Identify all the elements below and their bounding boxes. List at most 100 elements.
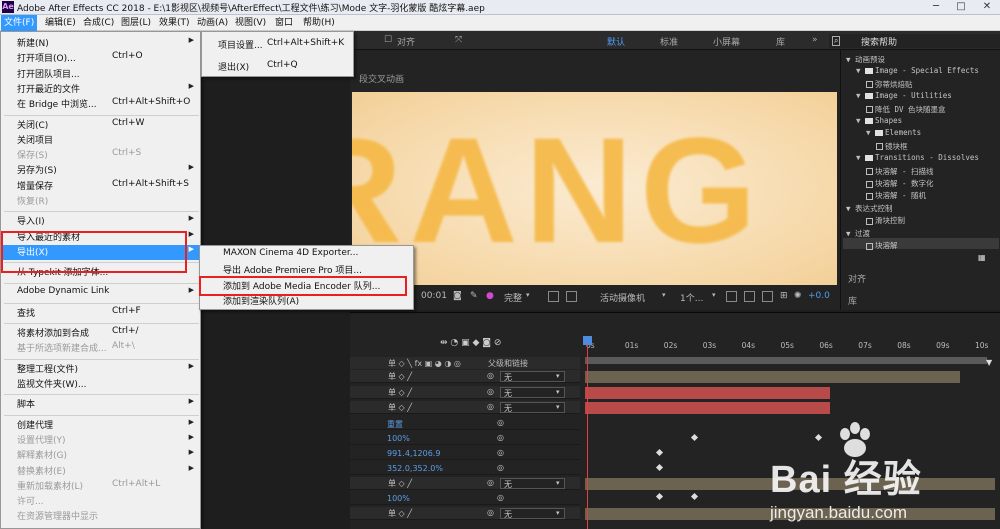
timeline-toggle-icon[interactable] xyxy=(762,291,773,302)
view-layout-dropdown-icon[interactable]: ▾ xyxy=(712,291,716,299)
file-menu-item-26[interactable]: 整理工程(文件) ▶ xyxy=(1,362,200,377)
effects-tree-item[interactable]: ▼ 过渡 xyxy=(846,228,870,239)
menu-animation[interactable]: 动画(A) xyxy=(194,15,231,31)
layer-duration-bar[interactable] xyxy=(585,387,830,399)
file-menu-item-2[interactable]: 打开团队项目... xyxy=(1,67,200,82)
minimize-button[interactable]: ─ xyxy=(924,0,948,14)
end-marker-icon[interactable]: ▼ xyxy=(986,358,992,367)
toggle-pixel-aspect-icon[interactable] xyxy=(726,291,737,302)
project-menu-item-0[interactable]: 项目设置... Ctrl+Alt+Shift+K xyxy=(202,38,353,53)
effects-tree-item[interactable]: 滑块控制 xyxy=(866,215,905,226)
property-value[interactable]: 100% xyxy=(387,494,410,503)
file-menu-item-3[interactable]: 打开最近的文件 ▶ xyxy=(1,82,200,97)
menu-file[interactable]: 文件(F) xyxy=(1,15,38,31)
search-icon[interactable]: ⌕ xyxy=(832,36,841,46)
exposure-value[interactable]: +0.0 xyxy=(808,291,830,301)
effects-tree-item[interactable]: ▼ Image - Utilities xyxy=(856,91,952,100)
effects-tree-item[interactable]: ▼ Elements xyxy=(866,128,921,137)
workspace-library[interactable]: 库 xyxy=(776,35,785,48)
effects-tree-item[interactable]: 块溶解 - 扫描线 xyxy=(866,166,934,177)
project-menu-item-1[interactable]: 退出(X) Ctrl+Q xyxy=(202,60,353,75)
workspace-default[interactable]: 默认 xyxy=(607,35,625,48)
align-label[interactable]: 对齐 xyxy=(397,35,415,48)
layer-switches-icons[interactable]: 单 ◇ ╱ xyxy=(388,402,412,413)
effects-tree-item[interactable]: 降低 DV 色块随墨盒 xyxy=(866,104,946,115)
playhead-handle[interactable] xyxy=(583,336,592,345)
region-of-interest-icon[interactable] xyxy=(548,291,559,302)
property-value[interactable]: 重置 xyxy=(387,419,403,430)
effects-tree-item[interactable]: 块溶解 - 数字化 xyxy=(866,178,934,189)
layer-switches-icons[interactable]: 单 ◇ ╱ xyxy=(388,371,412,382)
expression-icon[interactable]: ◎ xyxy=(497,493,504,502)
effects-tree-item[interactable]: ▼ Transitions - Dissolves xyxy=(856,153,979,162)
camera-dropdown[interactable]: 活动摄像机 xyxy=(600,291,645,304)
composition-viewer[interactable]: RANG xyxy=(352,92,837,285)
quality-dropdown-icon[interactable]: ▾ xyxy=(526,291,530,299)
maximize-button[interactable]: □ xyxy=(949,0,973,14)
view-layout-dropdown[interactable]: 1个... xyxy=(680,291,703,304)
search-help-box[interactable] xyxy=(829,34,1000,48)
file-menu-item-19[interactable]: Adobe Dynamic Link ▶ xyxy=(1,286,200,301)
export-menu-item-3[interactable]: 添加到渲染队列(A) xyxy=(200,294,413,309)
close-button[interactable]: ✕ xyxy=(975,0,999,14)
file-menu-item-29[interactable]: 脚本 ▶ xyxy=(1,397,200,412)
expression-icon[interactable]: ◎ xyxy=(497,418,504,427)
align-panel-tab[interactable]: 对齐 xyxy=(848,272,866,285)
pick-whip-icon[interactable]: ◎ xyxy=(487,387,494,396)
align-checkbox-icon[interactable]: ☐ xyxy=(384,35,392,45)
effects-tree-item[interactable]: ▼ 表达式控制 xyxy=(846,203,893,214)
pick-whip-icon[interactable]: ◎ xyxy=(487,478,494,487)
exposure-icon[interactable]: ✺ xyxy=(794,291,802,301)
flowchart-icon[interactable]: ⊞ xyxy=(780,291,788,301)
timeline-row[interactable] xyxy=(350,447,580,460)
file-menu-item-0[interactable]: 新建(N) ▶ xyxy=(1,36,200,51)
fast-preview-icon[interactable] xyxy=(744,291,755,302)
workspace-standard[interactable]: 标准 xyxy=(660,35,678,48)
expression-icon[interactable]: ◎ xyxy=(497,463,504,472)
pick-whip-icon[interactable]: ◎ xyxy=(487,508,494,517)
effects-tree-item[interactable]: ▼ Shapes xyxy=(856,116,902,125)
layer-switches-icons[interactable]: 单 ◇ ╱ xyxy=(388,508,412,519)
file-menu-item-6[interactable]: 关闭(C) Ctrl+W xyxy=(1,118,200,133)
snap-icon[interactable]: ⤧ xyxy=(455,35,462,45)
file-menu-item-23[interactable]: 将素材添加到合成 Ctrl+/ xyxy=(1,326,200,341)
camera-dropdown-icon[interactable]: ▾ xyxy=(662,291,666,299)
layer-switches-icons[interactable]: 单 ◇ ╱ xyxy=(388,478,412,489)
timeline-row[interactable] xyxy=(350,462,580,475)
workspace-small-screen[interactable]: 小屏幕 xyxy=(713,35,740,48)
pick-whip-icon[interactable]: ◎ xyxy=(487,402,494,411)
effects-tree-item[interactable]: 弥蒂烘焙贴 xyxy=(866,79,913,90)
transparency-grid-icon[interactable] xyxy=(566,291,577,302)
file-menu-item-13[interactable]: 导入(I) ▶ xyxy=(1,214,200,229)
effects-tree-item[interactable]: ▼ Image - Special Effects xyxy=(856,66,979,75)
menu-composition[interactable]: 合成(C) xyxy=(80,15,117,31)
file-menu-item-31[interactable]: 创建代理 ▶ xyxy=(1,418,200,433)
panel-new-icon[interactable]: ▦ xyxy=(978,253,986,262)
file-menu-item-4[interactable]: 在 Bridge 中浏览... Ctrl+Alt+Shift+O xyxy=(1,97,200,112)
export-menu-item-0[interactable]: MAXON Cinema 4D Exporter... xyxy=(200,248,413,263)
menu-layer[interactable]: 图层(L) xyxy=(118,15,154,31)
menu-help[interactable]: 帮助(H) xyxy=(300,15,338,31)
file-menu-item-1[interactable]: 打开项目(O)... Ctrl+O xyxy=(1,51,200,66)
timeline-row[interactable] xyxy=(350,432,580,445)
effects-tree-item[interactable]: 块溶解 - 随机 xyxy=(866,190,926,201)
file-menu-item-10[interactable]: 增量保存 Ctrl+Alt+Shift+S xyxy=(1,179,200,194)
expression-icon[interactable]: ◎ xyxy=(497,433,504,442)
menu-effect[interactable]: 效果(T) xyxy=(156,15,193,31)
layer-switches-icons[interactable]: 单 ◇ ╱ xyxy=(388,387,412,398)
menu-view[interactable]: 视图(V) xyxy=(232,15,269,31)
show-snapshot-icon[interactable]: ✎ xyxy=(470,291,478,301)
timeline-row[interactable] xyxy=(350,417,580,430)
snapshot-icon[interactable]: ◙ xyxy=(453,291,462,301)
property-value[interactable]: 352.0,352.0% xyxy=(387,464,443,473)
color-channel-icon[interactable]: ● xyxy=(486,291,494,301)
file-menu-item-27[interactable]: 监视文件夹(W)... xyxy=(1,377,200,392)
resolution-label[interactable]: 完整 xyxy=(504,291,522,304)
menu-edit[interactable]: 编辑(E) xyxy=(42,15,79,31)
timeline-row[interactable] xyxy=(350,492,580,505)
pick-whip-icon[interactable]: ◎ xyxy=(487,371,494,380)
search-help-input[interactable]: 搜索帮助 xyxy=(861,35,897,48)
file-menu-item-7[interactable]: 关闭项目 xyxy=(1,133,200,148)
file-menu-item-9[interactable]: 另存为(S) ▶ xyxy=(1,163,200,178)
effects-tree-item[interactable]: 镜块框 xyxy=(876,141,908,152)
